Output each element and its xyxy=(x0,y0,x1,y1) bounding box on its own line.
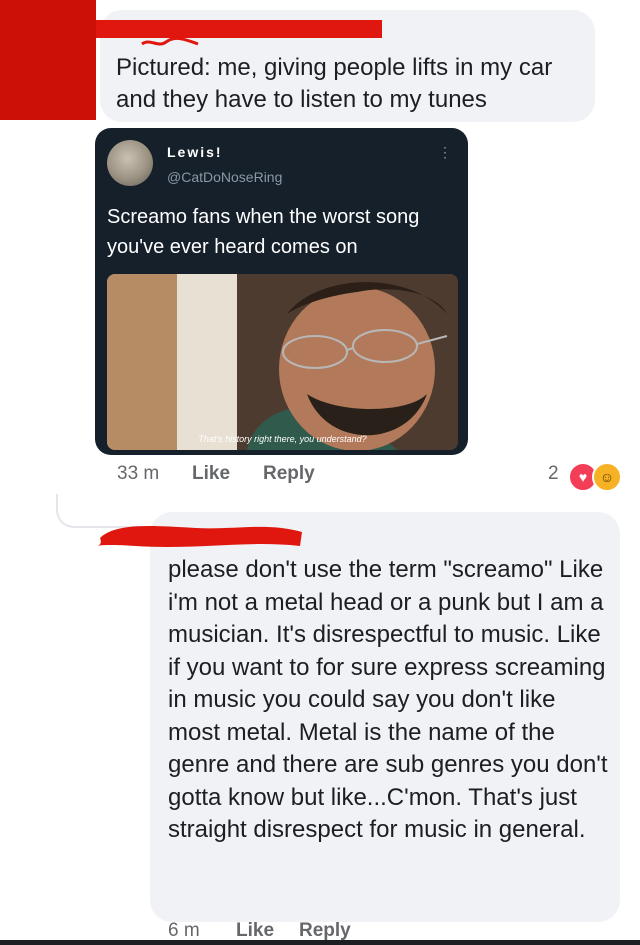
redaction-block xyxy=(0,0,96,120)
tweet-image-illustration xyxy=(107,274,458,450)
bottom-edge xyxy=(0,940,640,945)
comment-2-timestamp: 6 m xyxy=(168,920,200,941)
image-caption: That's history right there, you understa… xyxy=(198,434,367,444)
more-options-icon[interactable]: ⋮ xyxy=(438,144,452,161)
comment-text-2: please don't use the term "screamo" Like… xyxy=(168,556,608,843)
tweet-text: Screamo fans when the worst song you've … xyxy=(107,206,420,258)
comment-2-like-button[interactable]: Like xyxy=(236,920,274,942)
haha-reaction-icon: ☺ xyxy=(592,462,622,492)
redacted-name-1 xyxy=(96,20,382,38)
tweet-author-handle: @CatDoNoseRing xyxy=(167,169,283,185)
tweet-image[interactable]: That's history right there, you understa… xyxy=(107,274,458,450)
tweet-avatar xyxy=(107,140,153,186)
comment-1-like-button[interactable]: Like xyxy=(192,463,230,485)
redacted-name-2 xyxy=(97,526,302,547)
comment-1-timestamp: 33 m xyxy=(117,463,160,484)
tweet-author-name: Lewis! xyxy=(167,144,223,160)
comment-1-reply-button[interactable]: Reply xyxy=(263,463,315,485)
reaction-count[interactable]: 2 xyxy=(548,463,559,485)
redaction-scribble xyxy=(141,36,199,46)
embedded-tweet-card[interactable]: Lewis! @CatDoNoseRing ⋮ Screamo fans whe… xyxy=(95,128,468,455)
comment-text-1: Pictured: me, giving people lifts in my … xyxy=(116,54,553,113)
comment-2-reply-button[interactable]: Reply xyxy=(299,920,351,942)
